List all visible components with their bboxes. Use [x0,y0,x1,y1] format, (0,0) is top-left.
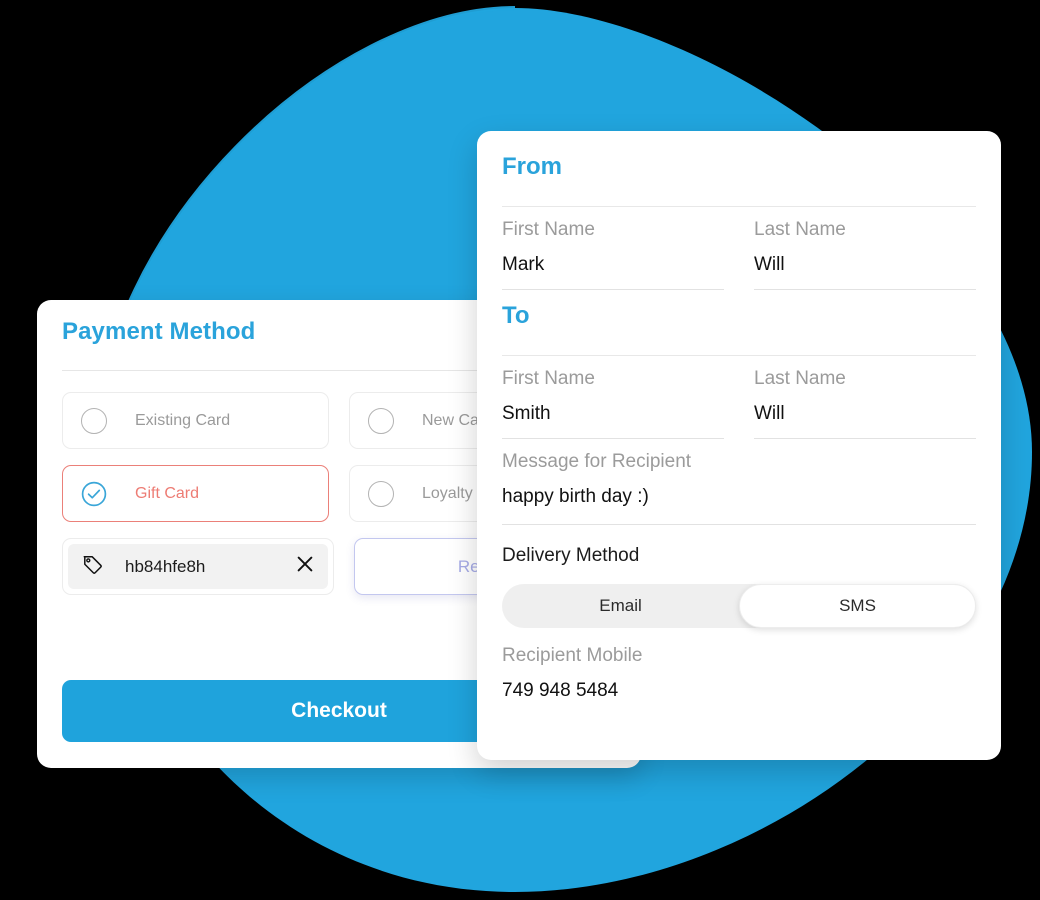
to-first-name-label: First Name [502,368,595,389]
from-first-name-field[interactable]: First Name Mark [502,207,724,290]
from-first-name-label: First Name [502,219,595,240]
payment-option-gift-card[interactable]: Gift Card [62,465,329,522]
from-last-name-value: Will [754,254,785,275]
check-circle-icon[interactable] [81,481,107,507]
delivery-tab-sms[interactable]: SMS [739,584,976,628]
delivery-tab-email[interactable]: Email [502,584,739,628]
to-last-name-value: Will [754,403,785,424]
message-value: happy birth day :) [502,486,649,507]
to-last-name-field[interactable]: Last Name Will [754,356,976,439]
delivery-method-toggle: Email SMS [502,584,976,628]
to-first-name-field[interactable]: First Name Smith [502,356,724,439]
radio-icon[interactable] [368,407,394,434]
recipient-mobile-field[interactable]: Recipient Mobile 749 948 5484 [502,628,976,706]
field-underline [754,438,976,439]
payment-option-label: Gift Card [135,484,200,502]
to-heading: To [502,302,530,329]
payment-option-label: Existing Card [135,411,231,429]
field-underline [502,289,724,290]
payment-option-existing-card[interactable]: Existing Card [62,392,329,449]
gift-form: From First Name Mark Last Name Will To F… [477,131,1001,706]
message-field[interactable]: Message for Recipient happy birth day :) [502,439,976,525]
gift-recipient-card: From First Name Mark Last Name Will To F… [477,131,1001,760]
gift-code-chip: hb84hfe8h [68,544,328,589]
radio-icon[interactable] [81,407,107,434]
delivery-method-label: Delivery Method [502,545,640,566]
to-name-row: First Name Smith Last Name Will [502,356,976,439]
to-last-name-label: Last Name [754,368,846,389]
gift-code-value: hb84hfe8h [125,556,206,576]
to-first-name-value: Smith [502,403,551,424]
from-name-row: First Name Mark Last Name Will [502,207,976,290]
radio-icon[interactable] [368,480,394,507]
recipient-mobile-label: Recipient Mobile [502,645,643,666]
recipient-mobile-value: 749 948 5484 [502,680,619,701]
from-last-name-field[interactable]: Last Name Will [754,207,976,290]
from-last-name-label: Last Name [754,219,846,240]
field-underline [502,438,724,439]
field-underline [754,289,976,290]
from-first-name-value: Mark [502,254,545,275]
tag-icon [82,554,103,580]
close-icon[interactable] [296,555,314,578]
from-heading: From [502,153,562,180]
gift-code-field[interactable]: hb84hfe8h [62,538,334,595]
message-label: Message for Recipient [502,451,692,472]
screenshot-stage: Payment Method Existing Card New Card Gi… [0,0,1040,900]
